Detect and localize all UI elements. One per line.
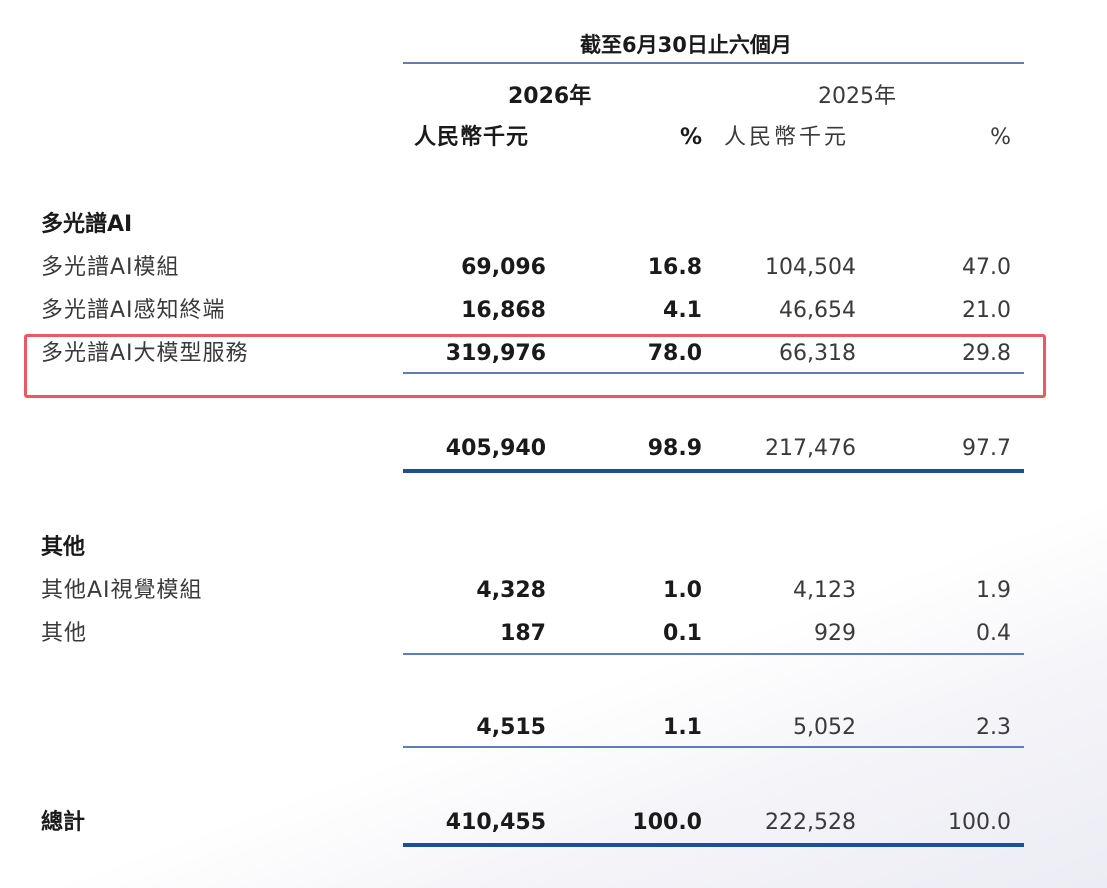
row-cur-value: 4,328 bbox=[476, 578, 546, 603]
subtotal-cur-pct: 98.9 bbox=[647, 436, 702, 461]
section-rule-others bbox=[403, 653, 1024, 655]
total-prev-pct: 100.0 bbox=[948, 810, 1011, 835]
total-cur-pct: 100.0 bbox=[632, 810, 702, 835]
subtotal-prev-pct: 2.3 bbox=[976, 715, 1011, 740]
year-current: 2026年 bbox=[508, 84, 592, 109]
row-prev-value: 104,504 bbox=[765, 255, 856, 280]
subtotal-cur-pct: 1.1 bbox=[663, 715, 702, 740]
header-rule bbox=[403, 62, 1024, 64]
row-prev-pct: 21.0 bbox=[962, 298, 1011, 323]
section-title-others: 其他 bbox=[41, 535, 86, 560]
unit-rmb-prior: 人民幣千元 bbox=[724, 125, 850, 150]
period-header: 截至6月30日止六個月 bbox=[580, 33, 792, 57]
unit-pct-prior: % bbox=[990, 125, 1011, 150]
unit-pct-current: % bbox=[679, 125, 702, 150]
subtotal-prev-value: 217,476 bbox=[765, 436, 856, 461]
row-label: 其他 bbox=[41, 621, 88, 646]
subtotal-rule-multispectral bbox=[403, 469, 1024, 473]
row-label: 其他AI視覺模組 bbox=[41, 578, 203, 603]
row-cur-value: 187 bbox=[500, 621, 546, 646]
subtotal-cur-value: 405,940 bbox=[445, 436, 546, 461]
subtotal-prev-value: 5,052 bbox=[793, 715, 856, 740]
total-cur-value: 410,455 bbox=[445, 810, 546, 835]
row-label: 多光譜AI感知終端 bbox=[41, 298, 226, 323]
row-cur-value: 69,096 bbox=[461, 255, 546, 280]
highlight-box bbox=[24, 334, 1046, 398]
row-prev-pct: 0.4 bbox=[976, 621, 1011, 646]
total-prev-value: 222,528 bbox=[765, 810, 856, 835]
year-prior: 2025年 bbox=[818, 84, 896, 109]
row-prev-pct: 1.9 bbox=[976, 578, 1011, 603]
row-prev-value: 46,654 bbox=[779, 298, 856, 323]
row-prev-pct: 47.0 bbox=[962, 255, 1011, 280]
row-label: 多光譜AI模組 bbox=[41, 255, 180, 280]
row-prev-value: 4,123 bbox=[793, 578, 856, 603]
total-label: 總計 bbox=[41, 810, 86, 835]
row-cur-pct: 16.8 bbox=[647, 255, 702, 280]
unit-rmb-current: 人民幣千元 bbox=[414, 125, 530, 150]
row-cur-pct: 4.1 bbox=[663, 298, 702, 323]
row-cur-pct: 1.0 bbox=[663, 578, 702, 603]
section-title-multispectral: 多光譜AI bbox=[41, 212, 133, 237]
subtotal-prev-pct: 97.7 bbox=[962, 436, 1011, 461]
subtotal-cur-value: 4,515 bbox=[476, 715, 546, 740]
total-rule bbox=[403, 843, 1024, 847]
row-cur-value: 16,868 bbox=[461, 298, 546, 323]
row-prev-value: 929 bbox=[814, 621, 856, 646]
row-cur-pct: 0.1 bbox=[663, 621, 702, 646]
subtotal-rule-others bbox=[403, 746, 1024, 748]
